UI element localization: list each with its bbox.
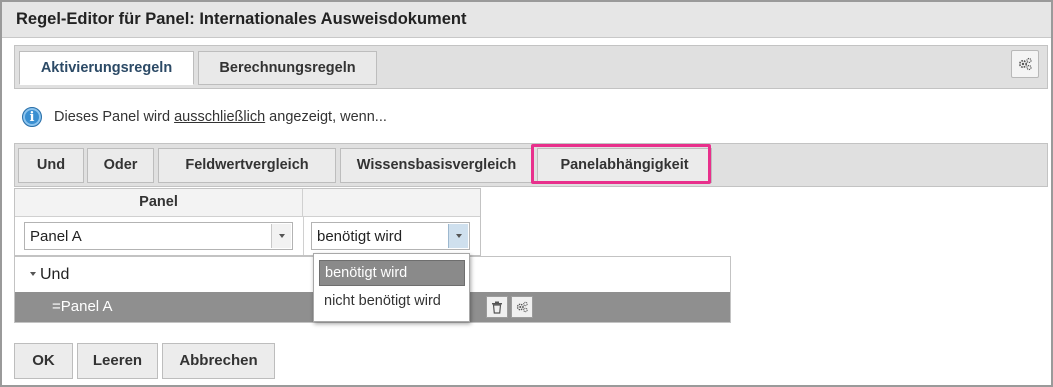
column-header-state xyxy=(303,189,480,217)
dropdown-option-benoetigt[interactable]: benötigt wird xyxy=(319,260,465,286)
info-text-before: Dieses Panel wird xyxy=(54,109,175,125)
info-message: i Dieses Panel wird ausschließlich angez… xyxy=(22,105,387,129)
state-select[interactable]: benötigt wird xyxy=(311,222,470,250)
settings-button[interactable] xyxy=(1011,50,1039,78)
column-header-panel: Panel xyxy=(15,189,303,217)
info-text: Dieses Panel wird ausschließlich angezei… xyxy=(54,109,387,125)
clear-button[interactable]: Leeren xyxy=(77,343,158,379)
info-text-underlined: ausschließlich xyxy=(174,109,266,125)
grid-divider xyxy=(303,217,304,255)
tab-berechnungsregeln[interactable]: Berechnungsregeln xyxy=(198,51,377,85)
dialog-title: Regel-Editor für Panel: Internationales … xyxy=(16,10,467,28)
feldwertvergleich-button[interactable]: Feldwertvergleich xyxy=(158,148,336,183)
trash-icon xyxy=(492,301,502,314)
ok-button[interactable]: OK xyxy=(14,343,73,379)
gears-icon xyxy=(1018,57,1032,71)
delete-button[interactable] xyxy=(486,296,508,318)
tree-node-label: Und xyxy=(40,266,70,283)
chevron-down-icon[interactable] xyxy=(448,224,468,248)
tab-aktivierungsregeln[interactable]: Aktivierungsregeln xyxy=(19,51,194,85)
panel-select-value: Panel A xyxy=(30,228,82,245)
tab-bar: Aktivierungsregeln Berechnungsregeln xyxy=(14,45,1048,89)
dialog-titlebar: Regel-Editor für Panel: Internationales … xyxy=(2,2,1051,38)
condition-toolbar: Und Oder Feldwertvergleich Wissensbasisv… xyxy=(14,143,1048,187)
dropdown-option-nicht-benoetigt[interactable]: nicht benötigt wird xyxy=(319,289,469,315)
info-icon: i xyxy=(22,107,42,127)
panel-select[interactable]: Panel A xyxy=(24,222,293,250)
und-button[interactable]: Und xyxy=(18,148,84,183)
oder-button[interactable]: Oder xyxy=(87,148,154,183)
gears-icon xyxy=(516,301,528,313)
caret-down-icon[interactable] xyxy=(30,272,36,276)
info-text-after: angezeigt, wenn... xyxy=(265,109,387,125)
state-select-value: benötigt wird xyxy=(317,228,403,245)
tree-node-label: =Panel A xyxy=(52,298,113,315)
node-settings-button[interactable] xyxy=(511,296,533,318)
panelabhaengigkeit-button[interactable]: Panelabhängigkeit xyxy=(537,148,712,183)
cancel-button[interactable]: Abbrechen xyxy=(162,343,275,379)
grid-header: Panel xyxy=(15,189,480,217)
wissensbasisvergleich-button[interactable]: Wissensbasisvergleich xyxy=(340,148,533,183)
state-dropdown-list: benötigt wird nicht benötigt wird xyxy=(313,253,470,322)
chevron-down-icon[interactable] xyxy=(271,224,291,248)
